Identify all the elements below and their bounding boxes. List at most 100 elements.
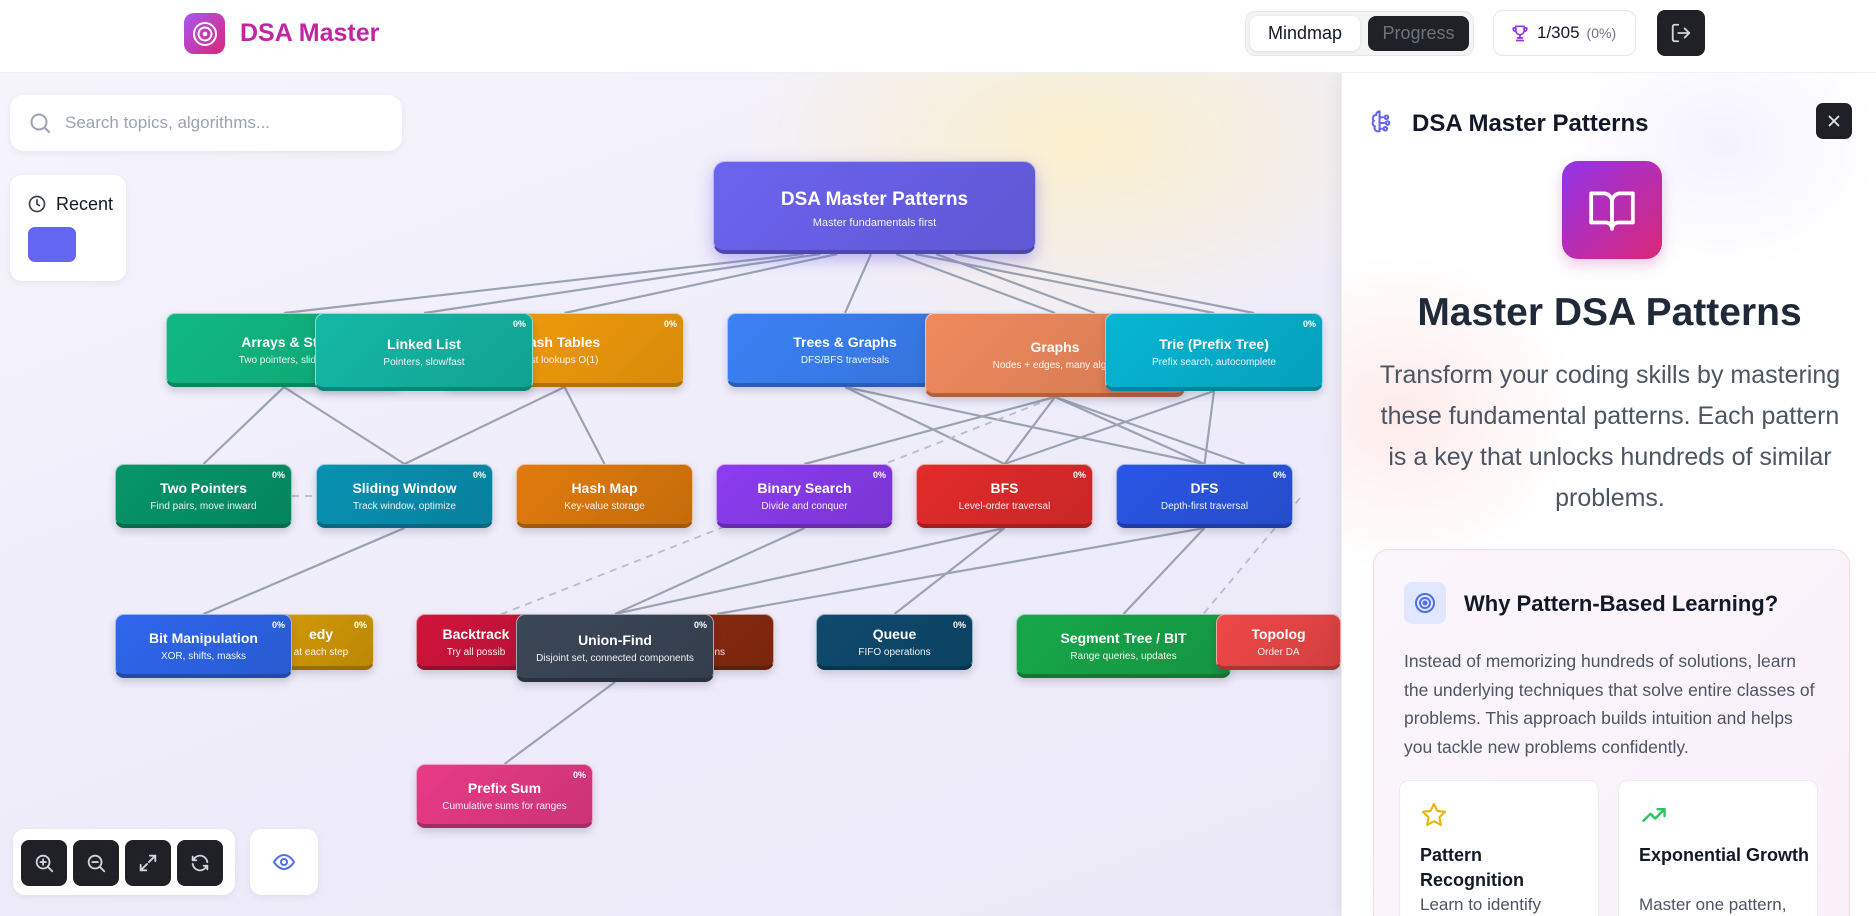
panel-description: Transform your coding skills by masterin… xyxy=(1379,361,1841,512)
refresh-button[interactable] xyxy=(177,840,223,886)
node-subtitle: Disjoint set, connected components xyxy=(536,653,694,664)
edge-line xyxy=(1054,395,1245,466)
node-title: Topolog xyxy=(1251,626,1306,642)
feature-title: Pattern Recognition xyxy=(1420,845,1524,890)
mindmap-canvas[interactable]: DSA Master Patterns Master fundamentals f… xyxy=(0,73,1341,916)
panel-title: Master DSA Patterns xyxy=(1417,291,1802,334)
node-subtitle: Pointers, slow/fast xyxy=(383,357,465,368)
tab-mindmap[interactable]: Mindmap xyxy=(1250,16,1360,51)
node-subtitle: Find pairs, move inward xyxy=(150,501,257,512)
trending-up-icon xyxy=(1642,808,1666,822)
node-title: Bit Manipulation xyxy=(149,630,258,646)
search-input[interactable] xyxy=(65,109,385,137)
feature-card-pattern-recognition: Pattern Recognition Learn to identify xyxy=(1399,780,1599,916)
node-sliding-window[interactable]: Sliding Window Track window, optimize 0% xyxy=(316,464,493,528)
edge-line xyxy=(203,526,405,616)
node-subtitle: Level-order traversal xyxy=(958,501,1051,512)
view-toggle-button[interactable] xyxy=(250,829,318,895)
node-subtitle: Depth-first traversal xyxy=(1160,501,1249,512)
node-root[interactable]: DSA Master Patterns Master fundamentals f… xyxy=(713,161,1036,254)
edge-line xyxy=(404,386,565,465)
zoom-in-icon xyxy=(35,854,54,873)
tab-progress[interactable]: Progress xyxy=(1368,16,1469,51)
edge-line xyxy=(843,253,872,314)
node-title: Hash Map xyxy=(571,480,638,496)
edge-line xyxy=(283,252,804,315)
node-title: Binary Search xyxy=(757,480,852,496)
recent-label: Recent xyxy=(56,194,114,214)
node-title: BFS xyxy=(990,480,1019,496)
node-dfs[interactable]: DFS Depth-first traversal 0% xyxy=(1116,464,1293,528)
node-progress: 0% xyxy=(271,470,285,480)
node-subtitle: Cumulative sums for ranges xyxy=(442,801,567,812)
edge-line xyxy=(423,252,821,315)
why-title: Why Pattern-Based Learning? xyxy=(1464,591,1779,616)
feature-card-exponential-growth: Exponential Growth Master one pattern, s… xyxy=(1618,780,1818,916)
logo-target-icon[interactable] xyxy=(184,13,225,54)
feature-text: Master one pattern, solve dozens of xyxy=(1639,895,1787,914)
node-prefix-sum[interactable]: Prefix Sum Cumulative sums for ranges 0% xyxy=(416,764,593,828)
node-subtitle: Track window, optimize xyxy=(353,501,456,512)
logout-icon xyxy=(1671,23,1691,43)
node-progress: 0% xyxy=(472,470,486,480)
node-title: Two Pointers xyxy=(160,480,247,496)
logout-button[interactable] xyxy=(1657,10,1705,56)
node-two-pointers[interactable]: Two Pointers Find pairs, move inward 0% xyxy=(115,464,292,528)
eye-icon xyxy=(272,853,296,871)
node-progress: 0% xyxy=(572,770,586,780)
node-segment-tree[interactable]: Segment Tree / BIT Range queries, updates xyxy=(1016,614,1231,678)
node-bfs[interactable]: BFS Level-order traversal 0% xyxy=(916,464,1093,528)
recent-panel: Recent xyxy=(10,175,126,281)
node-union-find[interactable]: Union-Find Disjoint set, connected compon… xyxy=(516,614,714,682)
score-value: 1/305 xyxy=(1537,23,1580,42)
edge-line xyxy=(564,252,838,315)
edge-line xyxy=(935,252,1096,315)
edge-line xyxy=(1054,395,1205,466)
node-bit-manipulation[interactable]: Bit Manipulation XOR, shifts, masks 0% xyxy=(115,614,292,678)
edge-line xyxy=(895,252,1056,315)
recent-item[interactable] xyxy=(28,227,76,262)
node-title: DSA Master Patterns xyxy=(780,188,969,210)
fit-screen-button[interactable] xyxy=(125,840,171,886)
node-trie[interactable]: Trie (Prefix Tree) Prefix search, autocom… xyxy=(1105,313,1323,391)
node-topological[interactable]: Topolog Order DA xyxy=(1216,614,1341,670)
zoom-in-button[interactable] xyxy=(21,840,67,886)
why-card: Why Pattern-Based Learning? Instead of m… xyxy=(1373,549,1850,916)
score-pill[interactable]: 1/305 (0%) xyxy=(1493,10,1636,56)
node-progress: 0% xyxy=(512,319,526,329)
edge-line xyxy=(844,386,1005,465)
node-progress: 0% xyxy=(872,470,886,480)
panel-header-title: DSA Master Patterns xyxy=(1412,110,1649,137)
fit-screen-icon xyxy=(139,854,157,872)
score-percent: (0%) xyxy=(1586,25,1617,41)
node-title: Queue xyxy=(872,626,917,642)
edge-line xyxy=(563,386,606,465)
feature-title: Exponential Growth xyxy=(1639,845,1810,865)
edge-line xyxy=(202,386,285,465)
edge-line xyxy=(955,252,1255,315)
edge-line xyxy=(614,526,805,616)
app-title[interactable]: DSA Master xyxy=(240,19,379,48)
view-toggle: Mindmap Progress xyxy=(1245,11,1474,56)
node-title: Segment Tree / BIT xyxy=(1060,630,1187,646)
why-text: Instead of memorizing hundreds of soluti… xyxy=(1404,651,1815,757)
trophy-icon xyxy=(1512,25,1528,42)
node-hash-map[interactable]: Hash Map Key-value storage xyxy=(516,464,693,528)
edge-line xyxy=(844,385,1205,466)
brain-icon xyxy=(1371,110,1391,133)
node-subtitle: Prefix search, autocomplete xyxy=(1152,357,1276,368)
node-title: Sliding Window xyxy=(352,480,457,496)
edge-line xyxy=(503,681,616,765)
zoom-out-button[interactable] xyxy=(73,840,119,886)
node-linked-list[interactable]: Linked List Pointers, slow/fast 0% xyxy=(315,313,533,391)
star-icon xyxy=(1421,802,1447,826)
node-progress: 0% xyxy=(1072,470,1086,480)
node-progress: 0% xyxy=(952,620,966,630)
edge-line xyxy=(283,386,406,465)
node-title: Trie (Prefix Tree) xyxy=(1159,336,1269,352)
clock-icon xyxy=(28,195,46,213)
node-progress: 0% xyxy=(1302,319,1316,329)
close-panel-button[interactable] xyxy=(1816,103,1852,139)
node-binary-search[interactable]: Binary Search Divide and conquer 0% xyxy=(716,464,893,528)
node-queue[interactable]: Queue FIFO operations 0% xyxy=(816,614,973,670)
